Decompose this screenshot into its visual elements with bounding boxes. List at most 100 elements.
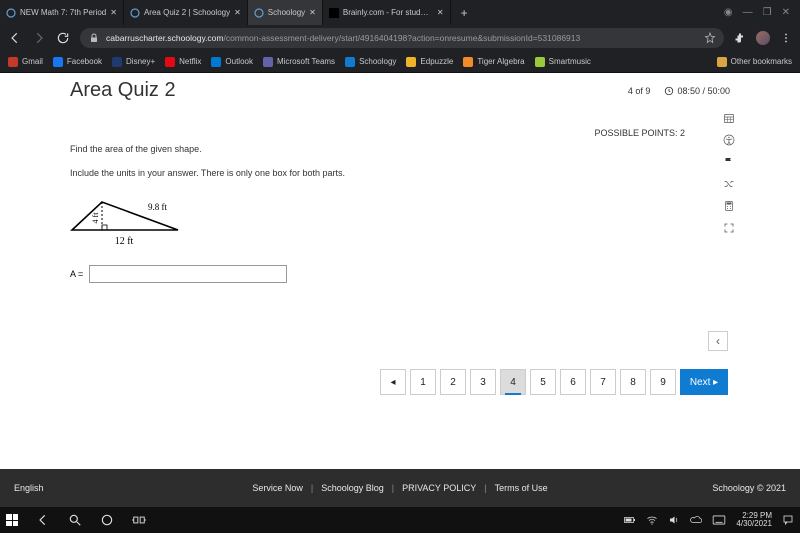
page-6[interactable]: 6 [560,369,586,395]
back-icon[interactable] [8,31,22,45]
window-controls: ◉ — ❐ ✕ [724,7,800,18]
profile-avatar[interactable] [756,31,770,45]
reload-icon[interactable] [56,31,70,45]
page-5[interactable]: 5 [530,369,556,395]
possible-points: POSSIBLE POINTS: 2 [70,118,701,144]
answer-input[interactable] [89,265,287,283]
page: Area Quiz 2 4 of 9 08:50 / 50:00 POSSIBL… [0,73,800,463]
minimize-icon[interactable]: — [743,7,753,18]
answer-row: A = [70,265,701,283]
bookmark-gmail[interactable]: Gmail [8,57,43,67]
tab-title: NEW Math 7: 7th Period [20,8,106,17]
keyboard-icon[interactable] [712,514,726,526]
triangle-figure: 4 ft 9.8 ft 12 ft [70,192,701,247]
prev-page-button[interactable]: ◂ [380,369,406,395]
star-icon[interactable] [704,32,716,44]
calculator-icon[interactable] [723,200,735,212]
base-label: 12 ft [70,236,178,247]
omnibox[interactable]: cabarruscharter.schoology.com/common-ass… [80,28,724,48]
extensions-icon[interactable] [734,32,746,44]
bookmarks-bar: Gmail Facebook Disney+ Netflix Outlook M… [0,51,800,73]
copyright: Schoology © 2021 [712,483,786,493]
question-area: POSSIBLE POINTS: 2 Find the area of the … [58,108,716,293]
bookmark-facebook[interactable]: Facebook [53,57,102,67]
taskbar: 2:29 PM 4/30/2021 [0,507,800,533]
accessibility-icon[interactable] [723,134,735,146]
close-icon[interactable]: ✕ [110,8,117,17]
progress-text: 4 of 9 [628,86,651,96]
new-tab-button[interactable]: + [451,6,478,20]
cortana-icon[interactable] [100,513,114,527]
onedrive-icon[interactable] [690,514,702,526]
search-icon[interactable] [68,513,82,527]
browser-tab-3[interactable]: Brainly.com - For students. By ✕ [323,0,451,25]
browser-tab-1[interactable]: Area Quiz 2 | Schoology ✕ [124,0,248,25]
language-selector[interactable]: English [14,483,44,493]
other-bookmarks[interactable]: Other bookmarks [717,57,792,67]
fullscreen-icon[interactable] [723,222,735,234]
page-1[interactable]: 1 [410,369,436,395]
browser-chrome: NEW Math 7: 7th Period ✕ Area Quiz 2 | S… [0,0,800,73]
assessment-title: Area Quiz 2 [70,79,176,102]
collapse-rail-button[interactable]: ‹ [708,331,728,351]
battery-icon[interactable] [624,515,636,525]
timer-text: 08:50 / 50:00 [677,86,730,96]
bookmark-netflix[interactable]: Netflix [165,57,201,67]
page-4[interactable]: 4 [500,369,526,395]
browser-tab-2[interactable]: Schoology ✕ [248,0,323,25]
record-status-icon: ◉ [724,7,733,18]
tab-title: Schoology [268,8,305,17]
page-9[interactable]: 9 [650,369,676,395]
browser-tab-0[interactable]: NEW Math 7: 7th Period ✕ [0,0,124,25]
assessment-header: Area Quiz 2 4 of 9 08:50 / 50:00 [58,73,742,108]
footer-link-blog[interactable]: Schoology Blog [321,483,384,493]
task-view-icon[interactable] [132,513,146,527]
schoology-favicon [254,8,264,18]
triangle-svg: 4 ft 9.8 ft [70,192,210,234]
lock-icon [88,32,100,44]
close-window-icon[interactable]: ✕ [782,7,790,18]
close-icon[interactable]: ✕ [234,8,241,17]
forward-icon[interactable] [32,31,46,45]
question-text-1: Find the area of the given shape. [70,144,701,154]
maximize-icon[interactable]: ❐ [763,7,772,18]
shuffle-icon[interactable] [723,178,735,190]
menu-icon[interactable] [780,32,792,44]
bookmark-smartmusic[interactable]: Smartmusic [535,57,591,67]
taskbar-clock[interactable]: 2:29 PM 4/30/2021 [736,512,772,528]
page-3[interactable]: 3 [470,369,496,395]
next-page-button[interactable]: Next ▸ [680,369,728,395]
volume-icon[interactable] [668,514,680,526]
brainly-favicon [329,8,339,18]
assessment-shell: Area Quiz 2 4 of 9 08:50 / 50:00 POSSIBL… [58,73,742,405]
tool-rail [716,108,742,293]
back-taskbar-icon[interactable] [36,513,50,527]
tab-title: Brainly.com - For students. By [343,8,433,17]
hypotenuse-label: 9.8 ft [148,202,167,212]
bookmark-outlook[interactable]: Outlook [211,57,253,67]
flag-icon[interactable] [723,156,735,168]
close-icon[interactable]: ✕ [437,8,444,17]
start-button[interactable] [6,514,18,526]
footer-link-servicenow[interactable]: Service Now [252,483,303,493]
close-icon[interactable]: ✕ [309,8,316,17]
bookmark-disney[interactable]: Disney+ [112,57,155,67]
tab-strip: NEW Math 7: 7th Period ✕ Area Quiz 2 | S… [0,0,800,25]
page-7[interactable]: 7 [590,369,616,395]
footer-link-terms[interactable]: Terms of Use [495,483,548,493]
answer-label: A = [70,269,83,279]
page-2[interactable]: 2 [440,369,466,395]
tab-title: Area Quiz 2 | Schoology [144,8,230,17]
url-text: cabarruscharter.schoology.com/common-ass… [106,33,580,43]
page-8[interactable]: 8 [620,369,646,395]
schoology-favicon [6,8,16,18]
bookmark-teams[interactable]: Microsoft Teams [263,57,335,67]
calendar-icon[interactable] [723,112,735,124]
bookmark-schoology[interactable]: Schoology [345,57,396,67]
wifi-icon[interactable] [646,514,658,526]
notifications-icon[interactable] [782,514,794,526]
bookmark-tigeralgebra[interactable]: Tiger Algebra [463,57,524,67]
footer-link-privacy[interactable]: PRIVACY POLICY [402,483,476,493]
bookmark-edpuzzle[interactable]: Edpuzzle [406,57,453,67]
clock-icon [664,86,674,96]
